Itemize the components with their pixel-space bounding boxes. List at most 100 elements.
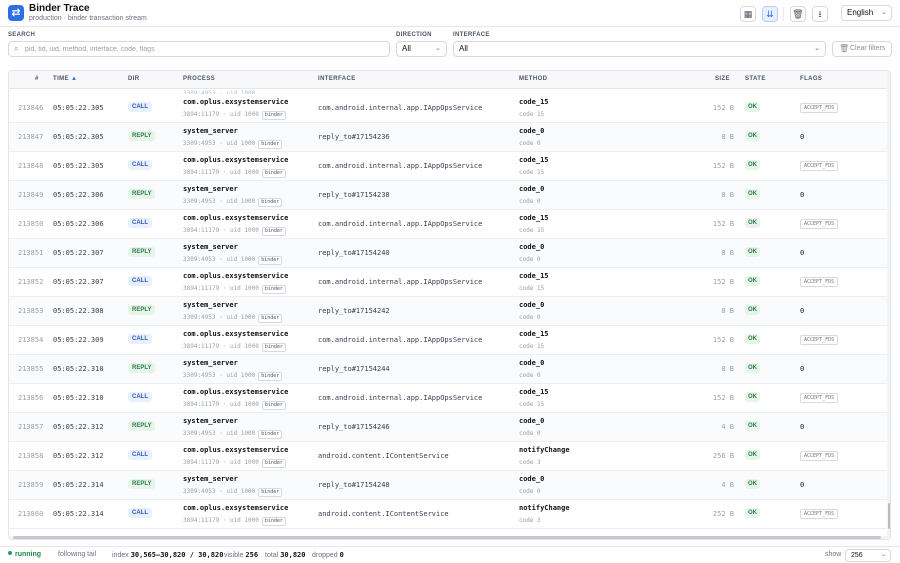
flags-value: ACCEPT_FDS (800, 335, 839, 345)
payload-size: 8 B (721, 307, 734, 315)
direction-badge: REPLY (128, 363, 156, 373)
payload-size: 152 B (712, 220, 734, 228)
state-badge: OK (745, 247, 760, 257)
column-state[interactable]: STATE (745, 76, 766, 82)
row-time: 05:05:22.307 (53, 249, 104, 257)
direction-badge: REPLY (128, 131, 156, 141)
process-info: 3894:11179 · uid 1000 binder (183, 227, 286, 236)
flags-value: ACCEPT_FDS (800, 509, 839, 519)
table-row[interactable]: 213858 05:05:22.312 CALL com.oplus.exsystem… (9, 442, 887, 471)
row-time: 05:05:22.305 (53, 104, 104, 112)
table-row[interactable]: 213849 05:05:22.306 REPLY system_server 3309… (9, 181, 887, 210)
clear-trace-button[interactable]: 🗑 (790, 6, 806, 22)
process-ids: 3309:4953 · uid 1000 (183, 198, 256, 205)
table-row[interactable]: 213850 05:05:22.306 CALL com.oplus.exsystem… (9, 210, 887, 239)
download-button[interactable]: ⭳ (812, 6, 828, 22)
interface-name: reply_to#17154248 (318, 481, 390, 489)
trash-icon: 🗑 (839, 44, 850, 53)
language-select[interactable]: English ⌄ (841, 5, 892, 21)
visible-value: 256 (245, 551, 259, 559)
column-interface[interactable]: INTERFACE (318, 76, 356, 82)
method-name: code_0 (519, 359, 545, 367)
flags-value: ACCEPT_FDS (800, 393, 839, 403)
process-info: 3894:11179 · uid 1000 binder (183, 517, 286, 526)
row-time: 05:05:22.310 (53, 365, 104, 373)
dropped-value: 0 (339, 551, 344, 559)
process-tag: binder (258, 488, 283, 497)
grid-view-button[interactable]: ▦ (740, 6, 756, 22)
download-icon: ⭳ (818, 9, 822, 19)
search-field[interactable]: ⌕ (8, 41, 390, 57)
flags-value: 0 (800, 423, 805, 431)
row-time: 05:05:22.306 (53, 220, 104, 228)
method-name: notifyChange (519, 446, 570, 454)
interface-select[interactable]: All ⌄ (453, 41, 826, 57)
process-tag: binder (261, 169, 286, 178)
vertical-scrollbar-thumb[interactable] (888, 503, 890, 529)
direction-label: DIRECTION (396, 32, 432, 38)
method-code: code 15 (519, 227, 545, 234)
follow-mode: following tail (58, 551, 97, 558)
auto-scroll-button[interactable]: ⇊ (762, 6, 778, 22)
search-input[interactable] (25, 43, 385, 55)
interface-name: com.android.internal.app.IAppOpsService (318, 162, 483, 170)
process-info: 3894:11179 · uid 1000 binder (183, 343, 286, 352)
state-badge: OK (745, 131, 760, 141)
table-row[interactable]: 213859 05:05:22.314 REPLY system_server 3309… (9, 471, 887, 500)
column-flags[interactable]: FLAGS (800, 76, 822, 82)
payload-size: 152 B (712, 394, 734, 402)
column-size[interactable]: SIZE (715, 76, 730, 82)
process-name: com.oplus.exsystemservice (183, 504, 289, 512)
table-row[interactable]: 213847 05:05:22.305 REPLY system_server 3309… (9, 123, 887, 152)
column-dir[interactable]: DIR (128, 76, 140, 82)
horizontal-scrollbar-thumb[interactable] (13, 536, 881, 539)
table-row[interactable]: 213856 05:05:22.310 CALL com.oplus.exsystem… (9, 384, 887, 413)
direction-select[interactable]: All ⌄ (396, 41, 447, 57)
clear-filters-button[interactable]: 🗑 Clear filters (832, 41, 892, 57)
column-index[interactable]: # (35, 76, 39, 82)
interface-name: android.content.IContentService (318, 510, 449, 518)
method-code: code 15 (519, 343, 545, 350)
table-row[interactable]: 213846 05:05:22.305 CALL com.oplus.exsystem… (9, 94, 887, 123)
method-code: code 0 (519, 372, 541, 379)
process-info: 3309:4953 · uid 1000 binder (183, 198, 283, 207)
table-row[interactable]: 213848 05:05:22.305 CALL com.oplus.exsystem… (9, 152, 887, 181)
table-row[interactable]: 213855 05:05:22.310 REPLY system_server 3309… (9, 355, 887, 384)
direction-badge: REPLY (128, 247, 156, 257)
page-size-select[interactable]: 256 ⌄ (845, 549, 891, 562)
interface-name: com.android.internal.app.IAppOpsService (318, 336, 483, 344)
visible-count: visible 256 (224, 551, 258, 559)
flags-value: ACCEPT_FDS (800, 219, 839, 229)
state-badge: OK (745, 160, 760, 170)
column-method[interactable]: METHOD (519, 76, 547, 82)
row-time: 05:05:22.314 (53, 481, 104, 489)
table-row[interactable]: 213853 05:05:22.308 REPLY system_server 3309… (9, 297, 887, 326)
table-row[interactable]: 213851 05:05:22.307 REPLY system_server 3309… (9, 239, 887, 268)
table-row[interactable]: 213860 05:05:22.314 CALL com.oplus.exsystem… (9, 500, 887, 529)
index-label: index (112, 552, 129, 559)
table-row[interactable]: 213854 05:05:22.309 CALL com.oplus.exsystem… (9, 326, 887, 355)
process-ids: 3894:11179 · uid 1000 (183, 343, 259, 350)
column-process[interactable]: PROCESS (183, 76, 215, 82)
vertical-scrollbar-track[interactable] (887, 71, 890, 539)
app-subtitle: production · binder transaction stream (29, 15, 147, 22)
process-name: system_server (183, 185, 238, 193)
process-info: 3309:4953 · uid 1000 binder (183, 140, 283, 149)
process-ids: 3309:4953 · uid 1000 (183, 372, 256, 379)
total-count: total 30,820 (265, 551, 305, 559)
process-tag: binder (261, 227, 286, 236)
page-size-value: 256 (851, 552, 863, 559)
process-tag: binder (258, 430, 283, 439)
row-index: 213860 (18, 510, 44, 518)
table-row[interactable]: 213857 05:05:22.312 REPLY system_server 3309… (9, 413, 887, 442)
column-time[interactable]: TIME ▲ (53, 76, 77, 82)
process-info: 3309:4953 · uid 1000 binder (183, 430, 283, 439)
table-row[interactable]: 213852 05:05:22.307 CALL com.oplus.exsystem… (9, 268, 887, 297)
process-info: 3894:11179 · uid 1000 binder (183, 459, 286, 468)
process-tag: binder (258, 198, 283, 207)
process-name: com.oplus.exsystemservice (183, 98, 289, 106)
row-index: 213851 (18, 249, 44, 257)
row-index: 213853 (18, 307, 44, 315)
process-tag: binder (261, 111, 286, 120)
method-name: code_0 (519, 417, 545, 425)
